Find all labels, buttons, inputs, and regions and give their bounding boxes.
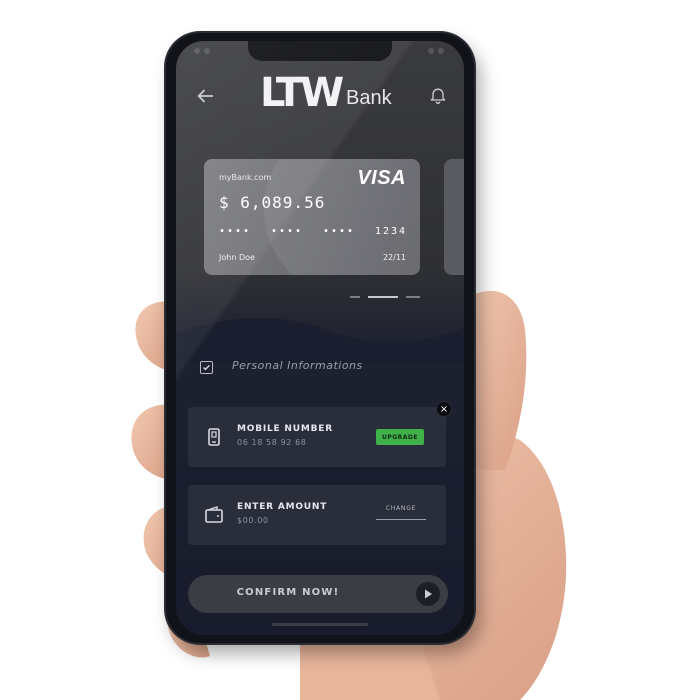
mobile-number-title: MOBILE NUMBER	[237, 424, 333, 434]
status-dot	[428, 48, 434, 54]
logo-word: Bank	[346, 87, 392, 109]
confirm-button[interactable]: CONFIRM NOW!	[188, 575, 448, 613]
status-dot	[438, 48, 444, 54]
card-number-group: ••••	[323, 226, 356, 237]
pager-dot[interactable]	[406, 296, 420, 298]
pager-dot-active[interactable]	[368, 296, 398, 298]
card-number-group: ••••	[271, 226, 304, 237]
logo-mark: LTW	[260, 70, 344, 116]
app-screen: LTW Bank myBank.com VISA $ 6,089.56 ••••…	[176, 41, 464, 635]
card-expiry: 22/11	[382, 253, 406, 262]
close-icon[interactable]: ×	[436, 401, 452, 417]
home-indicator	[272, 623, 368, 626]
phone-frame: LTW Bank myBank.com VISA $ 6,089.56 ••••…	[166, 33, 474, 643]
phone-notch	[248, 41, 392, 61]
mobile-number-panel: MOBILE NUMBER 06 18 58 92 68 UPGRADE	[188, 407, 446, 467]
amount-value[interactable]: $00.00	[237, 516, 269, 525]
card-number-group: ••••	[219, 226, 252, 237]
upgrade-button[interactable]: UPGRADE	[376, 429, 424, 445]
status-dot	[194, 48, 200, 54]
personal-info-label: Personal Informations	[232, 359, 363, 372]
back-arrow-icon[interactable]	[194, 85, 216, 107]
card-pager	[350, 296, 430, 300]
personal-info-row[interactable]: Personal Informations	[200, 359, 440, 379]
play-arrow-icon	[425, 589, 432, 599]
wave-divider	[176, 318, 464, 363]
card-holder: John Doe	[219, 253, 255, 262]
confirm-label: CONFIRM NOW!	[236, 587, 340, 598]
mobile-phone-icon	[208, 428, 220, 446]
amount-panel: ENTER AMOUNT $00.00 CHANGE	[188, 485, 446, 545]
status-dot	[204, 48, 210, 54]
card-site: myBank.com	[219, 173, 272, 182]
bell-icon[interactable]	[428, 85, 448, 105]
visa-logo: VISA	[357, 167, 406, 189]
brand-logo: LTW Bank	[260, 70, 392, 116]
amount-title: ENTER AMOUNT	[237, 502, 328, 512]
top-bar: LTW Bank	[176, 71, 464, 121]
card-number-group: 1234	[375, 226, 408, 237]
card-balance: $ 6,089.56	[219, 193, 326, 212]
pager-dot[interactable]	[350, 296, 360, 298]
credit-card[interactable]: myBank.com VISA $ 6,089.56 •••• •••• •••…	[204, 159, 420, 275]
confirm-arrow-button[interactable]	[416, 582, 440, 606]
next-card-peek[interactable]	[444, 159, 464, 275]
card-number: •••• •••• •••• 1234	[219, 226, 409, 240]
checkbox-icon[interactable]	[200, 361, 213, 374]
wallet-icon	[205, 506, 223, 523]
change-link[interactable]: CHANGE	[376, 505, 426, 520]
mobile-number-value[interactable]: 06 18 58 92 68	[237, 438, 306, 447]
